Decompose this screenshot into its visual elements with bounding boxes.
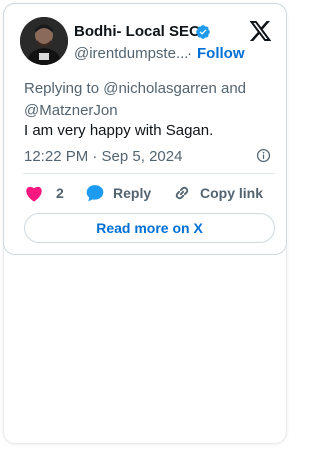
speech-bubble-icon bbox=[86, 185, 104, 202]
heart-icon bbox=[26, 186, 42, 202]
link-icon bbox=[175, 186, 189, 200]
like-count: 2 bbox=[56, 185, 64, 201]
avatar[interactable] bbox=[20, 17, 68, 65]
x-logo-icon[interactable] bbox=[250, 21, 272, 41]
tweet-card: Bodhi- Local SEO @irentdumpste... · Foll… bbox=[3, 3, 287, 255]
like-button[interactable]: 2 bbox=[24, 182, 64, 204]
follow-button[interactable]: Follow bbox=[197, 45, 245, 62]
separator-dot: · bbox=[187, 45, 192, 62]
read-more-button[interactable]: Read more on X bbox=[24, 213, 275, 243]
tweet-timestamp[interactable]: 12:22 PM · Sep 5, 2024 bbox=[24, 147, 182, 167]
divider bbox=[23, 173, 275, 174]
reply-label: Reply bbox=[113, 185, 152, 201]
author-handle[interactable]: @irentdumpste... bbox=[74, 45, 188, 62]
copy-link-button[interactable]: Copy link bbox=[172, 182, 263, 204]
reply-context: Replying to @nicholasgarren and @Matzner… bbox=[24, 80, 247, 119]
reply-button[interactable]: Reply bbox=[85, 182, 151, 204]
author-name[interactable]: Bodhi- Local SEO bbox=[74, 23, 201, 40]
copy-link-label: Copy link bbox=[200, 185, 264, 201]
verified-badge-icon bbox=[196, 25, 210, 39]
tweet-text: I am very happy with Sagan. bbox=[24, 122, 214, 139]
info-icon[interactable] bbox=[256, 148, 271, 163]
